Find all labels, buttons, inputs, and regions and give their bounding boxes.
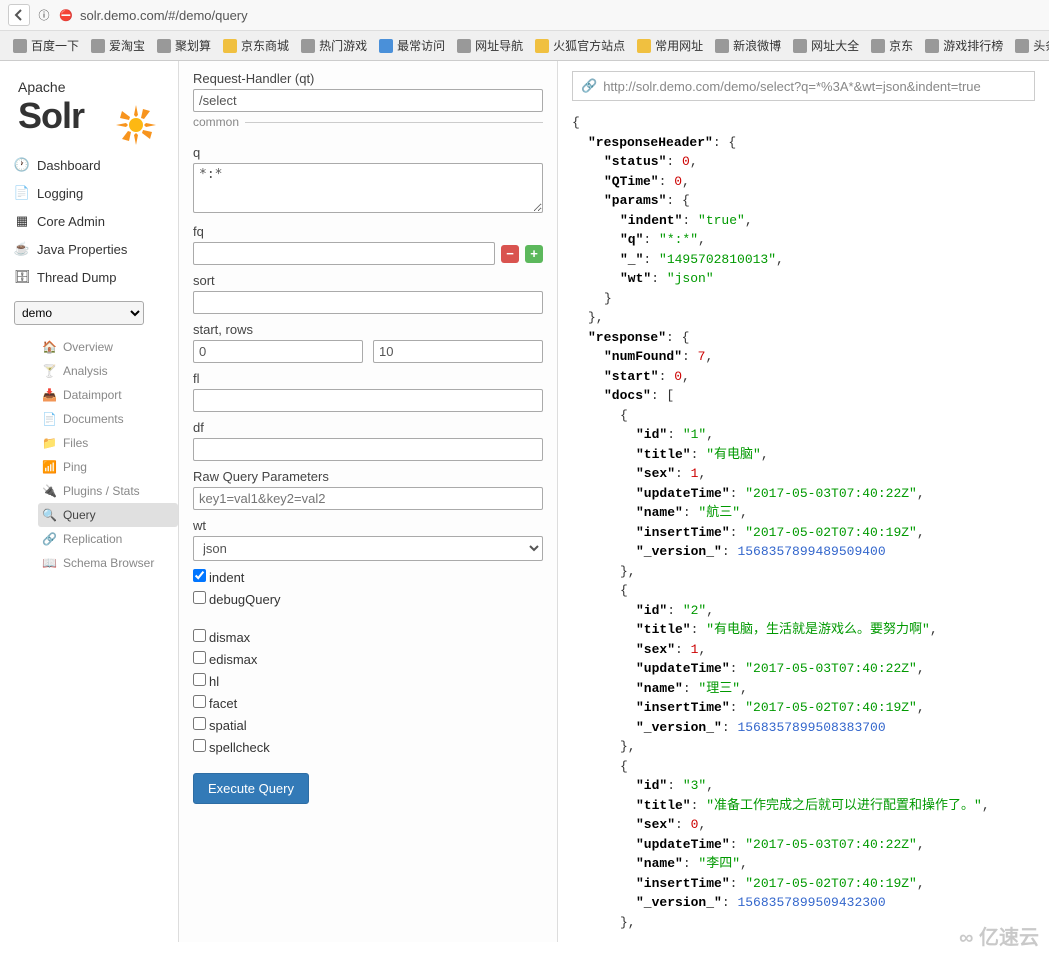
analysis-icon: 🍸	[42, 364, 57, 378]
ping-icon: 📶	[42, 460, 57, 474]
link-icon: 🔗	[581, 78, 597, 94]
json-response: {"responseHeader": {"status": 0,"QTime":…	[572, 113, 1035, 932]
corenav-schema[interactable]: 📖Schema Browser	[38, 551, 178, 575]
plugins-icon: 🔌	[42, 484, 57, 498]
bookmark-item[interactable]: 游戏排行榜	[920, 35, 1008, 56]
lock-icon: ⛔	[58, 7, 74, 23]
bookmark-item[interactable]: 网址导航	[452, 35, 528, 56]
query-icon: 🔍	[42, 508, 57, 522]
edismax-label: edismax	[209, 652, 257, 667]
corenav-replication[interactable]: 🔗Replication	[38, 527, 178, 551]
sort-label: sort	[193, 273, 543, 288]
df-label: df	[193, 420, 543, 435]
documents-icon: 📄	[42, 412, 57, 426]
q-label: q	[193, 145, 543, 160]
sort-input[interactable]	[193, 291, 543, 314]
corenav-files[interactable]: 📁Files	[38, 431, 178, 455]
info-icon: ⓘ	[36, 7, 52, 23]
indent-label: indent	[209, 570, 244, 585]
corenav-analysis[interactable]: 🍸Analysis	[38, 359, 178, 383]
response-panel: 🔗 http://solr.demo.com/demo/select?q=*%3…	[558, 61, 1049, 942]
bookmark-item[interactable]: 头条新	[1010, 35, 1049, 56]
corenav-query[interactable]: 🔍Query	[38, 503, 178, 527]
bookmark-item[interactable]: 京东	[866, 35, 918, 56]
edismax-checkbox[interactable]	[193, 651, 206, 664]
hl-label: hl	[209, 674, 219, 689]
facet-label: facet	[209, 696, 237, 711]
corenav-plugins[interactable]: 🔌Plugins / Stats	[38, 479, 178, 503]
java-icon: ☕	[14, 241, 30, 257]
replication-icon: 🔗	[42, 532, 57, 546]
rows-input[interactable]	[373, 340, 543, 363]
nav-coreadmin[interactable]: ▦Core Admin	[8, 207, 170, 235]
url-input[interactable]: solr.demo.com/#/demo/query	[80, 8, 1041, 23]
dismax-checkbox[interactable]	[193, 629, 206, 642]
spellcheck-label: spellcheck	[209, 740, 270, 755]
bookmark-item[interactable]: 网址大全	[788, 35, 864, 56]
bookmark-item[interactable]: 百度一下	[8, 35, 84, 56]
qt-input[interactable]	[193, 89, 543, 112]
dataimport-icon: 📥	[42, 388, 57, 402]
wt-select[interactable]: json	[193, 536, 543, 561]
back-button[interactable]	[8, 4, 30, 26]
corenav-documents[interactable]: 📄Documents	[38, 407, 178, 431]
spellcheck-checkbox[interactable]	[193, 739, 206, 752]
dashboard-icon: 🕐	[14, 157, 30, 173]
bookmark-item[interactable]: 最常访问	[374, 35, 450, 56]
solr-sun-icon	[112, 101, 160, 149]
bookmarks-bar: 百度一下 爱淘宝 聚划算 京东商城 热门游戏 最常访问 网址导航 火狐官方站点 …	[0, 31, 1049, 60]
bookmark-item[interactable]: 聚划算	[152, 35, 216, 56]
nav-dashboard[interactable]: 🕐Dashboard	[8, 151, 170, 179]
solr-logo: Apache Solr	[0, 69, 178, 151]
indent-checkbox[interactable]	[193, 569, 206, 582]
start-input[interactable]	[193, 340, 363, 363]
files-icon: 📁	[42, 436, 57, 450]
bookmark-item[interactable]: 京东商城	[218, 35, 294, 56]
bookmark-item[interactable]: 爱淘宝	[86, 35, 150, 56]
query-form: Request-Handler (qt) common q *:* fq − +…	[178, 61, 558, 942]
bookmark-item[interactable]: 新浪微博	[710, 35, 786, 56]
overview-icon: 🏠	[42, 340, 57, 354]
debug-label: debugQuery	[209, 592, 281, 607]
watermark: ∞ 亿速云	[959, 921, 1039, 950]
facet-checkbox[interactable]	[193, 695, 206, 708]
fq-input[interactable]	[193, 242, 495, 265]
df-input[interactable]	[193, 438, 543, 461]
spatial-checkbox[interactable]	[193, 717, 206, 730]
nav-logging[interactable]: 📄Logging	[8, 179, 170, 207]
core-selector[interactable]: demo	[14, 301, 144, 325]
startrows-label: start, rows	[193, 322, 543, 337]
debug-checkbox[interactable]	[193, 591, 206, 604]
schema-icon: 📖	[42, 556, 57, 570]
hl-checkbox[interactable]	[193, 673, 206, 686]
sidebar: Apache Solr 🕐Dashboard 📄Logging ▦Core Ad…	[0, 61, 178, 942]
qt-label: Request-Handler (qt)	[193, 71, 543, 86]
nav-threaddump[interactable]: 🗄Thread Dump	[8, 263, 170, 291]
fq-label: fq	[193, 224, 543, 239]
wt-label: wt	[193, 518, 543, 533]
fl-label: fl	[193, 371, 543, 386]
fq-remove-button[interactable]: −	[501, 245, 519, 263]
bookmark-item[interactable]: 热门游戏	[296, 35, 372, 56]
logging-icon: 📄	[14, 185, 30, 201]
raw-label: Raw Query Parameters	[193, 469, 543, 484]
bookmark-item[interactable]: 火狐官方站点	[530, 35, 630, 56]
bookmark-item[interactable]: 常用网址	[632, 35, 708, 56]
corenav-overview[interactable]: 🏠Overview	[38, 335, 178, 359]
dismax-label: dismax	[209, 630, 250, 645]
common-legend: common	[193, 115, 245, 129]
corenav-dataimport[interactable]: 📥Dataimport	[38, 383, 178, 407]
coreadmin-icon: ▦	[14, 213, 30, 229]
fq-add-button[interactable]: +	[525, 245, 543, 263]
fl-input[interactable]	[193, 389, 543, 412]
execute-query-button[interactable]: Execute Query	[193, 773, 309, 804]
raw-input[interactable]	[193, 487, 543, 510]
q-input[interactable]: *:*	[193, 163, 543, 213]
response-url[interactable]: 🔗 http://solr.demo.com/demo/select?q=*%3…	[572, 71, 1035, 101]
thread-icon: 🗄	[14, 269, 30, 285]
nav-javaprops[interactable]: ☕Java Properties	[8, 235, 170, 263]
corenav-ping[interactable]: 📶Ping	[38, 455, 178, 479]
spatial-label: spatial	[209, 718, 247, 733]
